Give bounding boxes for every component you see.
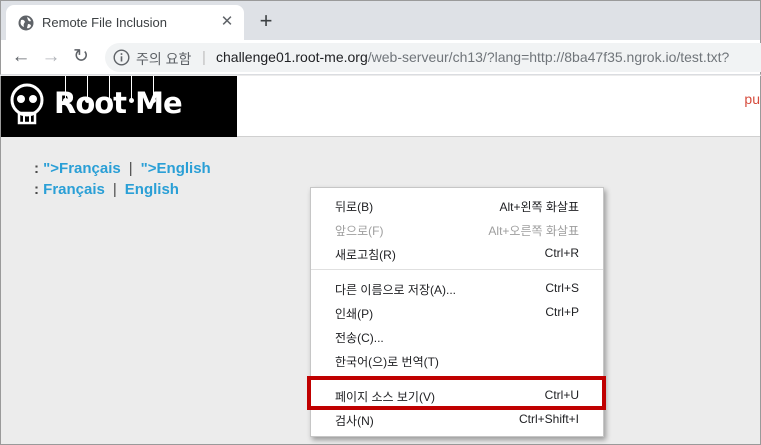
- menu-item-shortcut: Ctrl+Shift+I: [518, 412, 579, 426]
- lang-separator: |: [128, 160, 133, 177]
- menu-item-forward[interactable]: 앞으로(F) Alt+오른쪽 화살표: [311, 218, 603, 240]
- menu-item-label: 새로고침(R): [335, 248, 396, 262]
- language-switcher-row-1: : ">Français | ">English: [34, 160, 211, 177]
- lang-link-english-injected[interactable]: ">English: [141, 160, 211, 177]
- menu-item-label: 검사(N): [335, 414, 374, 428]
- lang-separator: |: [112, 181, 117, 198]
- menu-item-cast[interactable]: 전송(C)...: [311, 325, 603, 347]
- menu-item-label: 뒤로(B): [335, 200, 374, 214]
- menu-item-back[interactable]: 뒤로(B) Alt+왼쪽 화살표: [311, 194, 603, 216]
- globe-icon: [18, 15, 34, 31]
- lang-prefix: :: [34, 160, 44, 177]
- menu-item-label: 전송(C)...: [335, 331, 384, 345]
- menu-item-inspect[interactable]: 검사(N) Ctrl+Shift+I: [311, 408, 603, 430]
- forward-arrow-icon[interactable]: →: [39, 45, 63, 69]
- lang-link-french[interactable]: Français: [43, 181, 105, 198]
- menu-item-shortcut: Alt+오른쪽 화살표: [488, 224, 579, 238]
- address-bar[interactable]: 주의 요함 | challenge01.root-me.org/web-serv…: [105, 43, 761, 72]
- security-status-label: 주의 요함: [136, 51, 192, 67]
- lang-prefix: :: [34, 181, 44, 198]
- view-source-highlight-box: [307, 376, 606, 410]
- menu-item-reload[interactable]: 새로고침(R) Ctrl+R: [311, 242, 603, 264]
- tab-remote-file-inclusion[interactable]: Remote File Inclusion ✕: [6, 5, 244, 41]
- menu-item-shortcut: Ctrl+S: [545, 281, 579, 295]
- info-icon[interactable]: [113, 49, 130, 66]
- browser-toolbar: ← → ↻ 주의 요함 | challenge01.root-me.org/we…: [0, 40, 761, 75]
- tab-title: Remote File Inclusion: [42, 15, 167, 30]
- omnibox-divider: |: [202, 49, 206, 66]
- root-me-logo[interactable]: Root Me: [1, 76, 237, 137]
- language-switcher-row-2: : Français | English: [34, 181, 179, 198]
- new-tab-button[interactable]: +: [255, 10, 277, 32]
- menu-item-shortcut: Ctrl+P: [545, 305, 579, 319]
- lang-link-french-injected[interactable]: ">Français: [43, 160, 121, 177]
- menu-item-shortcut: Ctrl+R: [544, 246, 579, 260]
- lang-link-english[interactable]: English: [125, 181, 179, 198]
- back-arrow-icon[interactable]: ←: [9, 45, 33, 69]
- menu-item-translate[interactable]: 한국어(으)로 번역(T): [311, 349, 603, 371]
- tab-close-icon[interactable]: ✕: [218, 13, 236, 31]
- site-header: Root Me pu: [1, 76, 760, 137]
- menu-item-label: 인쇄(P): [335, 307, 374, 321]
- menu-item-label: 한국어(으)로 번역(T): [335, 355, 439, 369]
- skull-icon: [10, 83, 44, 125]
- menu-item-save-as[interactable]: 다른 이름으로 저장(A)... Ctrl+S: [311, 277, 603, 299]
- menu-item-shortcut: Alt+왼쪽 화살표: [499, 200, 579, 214]
- menu-separator: [311, 269, 603, 270]
- tab-strip: Remote File Inclusion ✕ +: [0, 0, 761, 41]
- reload-icon[interactable]: ↻: [69, 45, 93, 69]
- url-host: challenge01.root-me.org: [216, 49, 368, 65]
- logo-text: Root Me: [54, 86, 183, 120]
- menu-item-label: 다른 이름으로 저장(A)...: [335, 283, 456, 297]
- menu-item-print[interactable]: 인쇄(P) Ctrl+P: [311, 301, 603, 323]
- header-link-fragment[interactable]: pu: [744, 91, 760, 107]
- url-path: /web-serveur/ch13/?lang=http://8ba47f35.…: [367, 49, 730, 65]
- menu-item-label: 앞으로(F): [335, 224, 384, 238]
- url-text[interactable]: challenge01.root-me.org/web-serveur/ch13…: [216, 49, 729, 65]
